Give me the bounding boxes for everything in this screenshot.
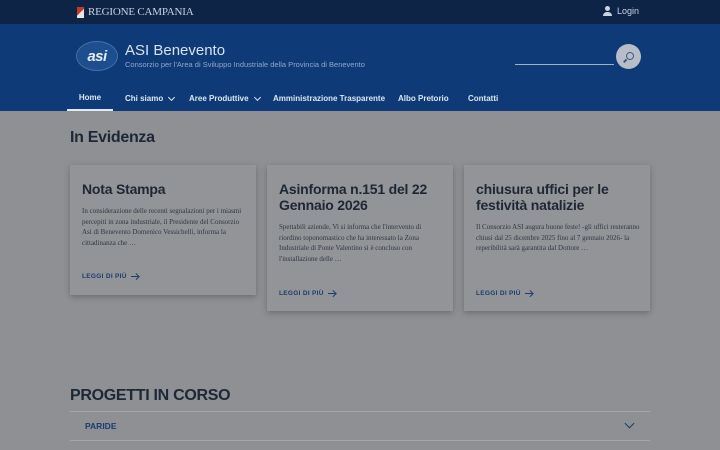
card-title[interactable]: Asinforma n.151 del 22 Gennaio 2026 (279, 181, 449, 213)
nav-item-aree-produttive[interactable]: Aree Produttive (189, 86, 261, 111)
nav-item-label: Home (78, 93, 102, 102)
card-title[interactable]: Nota Stampa (82, 181, 252, 197)
logo-text: asi (87, 47, 107, 65)
read-more-label: LEGGI DI PIÙ (279, 290, 324, 297)
read-more-link[interactable]: LEGGI DI PIÙ (82, 273, 139, 280)
chevron-down-icon (253, 93, 261, 101)
nav-item-label: Amministrazione Trasparente (273, 94, 386, 103)
login-button[interactable]: Login (602, 6, 639, 16)
arrow-right-icon (524, 291, 533, 297)
search-icon (625, 51, 634, 60)
site-logo[interactable]: asi (76, 41, 118, 71)
slim-header: REGIONE CAMPANIA Login (0, 0, 720, 24)
region-flag-icon (77, 6, 84, 18)
section-title-evidenza: In Evidenza (70, 129, 155, 146)
search-button[interactable] (616, 44, 641, 69)
nav-item-contatti[interactable]: Contatti (468, 86, 498, 111)
card-text: In considerazione delle recenti segnalaz… (82, 207, 242, 248)
news-card[interactable]: Nota Stampa In considerazione delle rece… (70, 165, 256, 295)
nav-item-albo-pretorio[interactable]: Albo Pretorio (398, 86, 449, 111)
news-card[interactable]: chiusura uffici per le festività nataliz… (464, 165, 650, 311)
main-nav: Home Chi siamo Aree Produttive Amministr… (0, 86, 720, 111)
divider (70, 440, 650, 441)
nav-item-label: Chi siamo (125, 94, 164, 103)
accordion-item-paride[interactable]: PARIDE (85, 421, 117, 431)
read-more-link[interactable]: LEGGI DI PIÙ (279, 290, 336, 297)
read-more-link[interactable]: LEGGI DI PIÙ (476, 290, 533, 297)
login-label: Login (616, 6, 639, 16)
site-subtitle: Consorzio per l'Area di Sviluppo Industr… (125, 60, 365, 69)
nav-item-home[interactable]: Home (67, 86, 113, 111)
card-text: Il Consorzio ASI augura buone feste! -gl… (476, 223, 640, 253)
site-title[interactable]: ASI Benevento (125, 42, 225, 59)
nav-item-label: Contatti (468, 94, 499, 103)
nav-item-chi-siamo[interactable]: Chi siamo (125, 86, 176, 111)
chevron-down-icon[interactable] (624, 418, 635, 429)
card-text: Spettabili aziende, Vi si informa che l'… (279, 223, 422, 264)
chevron-down-icon (168, 93, 176, 101)
divider (70, 411, 650, 412)
region-link[interactable]: REGIONE CAMPANIA (77, 6, 194, 18)
nav-item-label: Albo Pretorio (398, 94, 449, 103)
nav-item-amministrazione-trasparente[interactable]: Amministrazione Trasparente (273, 86, 385, 111)
arrow-right-icon (130, 274, 139, 280)
user-icon (602, 6, 612, 16)
nav-item-label: Aree Produttive (189, 94, 249, 103)
search-input[interactable] (515, 64, 614, 65)
center-header: asi ASI Benevento Consorzio per l'Area d… (0, 24, 720, 86)
section-title-progetti: PROGETTI IN CORSO (70, 387, 231, 404)
arrow-right-icon (327, 291, 336, 297)
news-card[interactable]: Asinforma n.151 del 22 Gennaio 2026 Spet… (267, 165, 453, 311)
card-title[interactable]: chiusura uffici per le festività nataliz… (476, 181, 646, 213)
read-more-label: LEGGI DI PIÙ (476, 290, 521, 297)
region-label: REGIONE CAMPANIA (88, 6, 194, 18)
read-more-label: LEGGI DI PIÙ (82, 273, 127, 280)
